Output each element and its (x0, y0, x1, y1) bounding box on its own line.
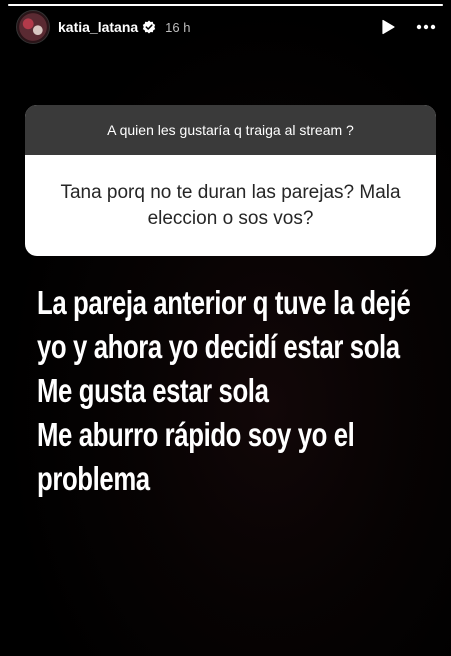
avatar[interactable] (16, 10, 50, 44)
answer-line: La pareja anterior q tuve la dejé (37, 284, 411, 321)
story-progress-bar (8, 4, 443, 6)
answer-line: Me aburro rápido soy yo el (37, 416, 355, 453)
answer-text: La pareja anterior q tuve la dejé yo y a… (37, 281, 427, 501)
question-sticker[interactable]: A quien les gustaría q traiga al stream … (25, 105, 436, 256)
username[interactable]: katia_latana (58, 19, 138, 35)
story-viewer: katia_latana 16 h A quien les gustaría q… (0, 0, 451, 656)
answer-line: Me gusta estar sola (37, 372, 269, 409)
story-header: katia_latana 16 h (16, 10, 437, 44)
post-time: 16 h (165, 19, 191, 35)
play-icon[interactable] (377, 16, 399, 38)
story-progress-fill (8, 4, 443, 6)
answer-line: yo y ahora yo decidí estar sola (37, 328, 400, 365)
verified-badge-icon (142, 20, 156, 34)
question-prompt: A quien les gustaría q traiga al stream … (25, 105, 436, 155)
answer-line: problema (37, 460, 150, 497)
question-text: Tana porq no te duran las parejas? Mala … (60, 181, 401, 229)
more-dots-icon[interactable] (415, 16, 437, 38)
